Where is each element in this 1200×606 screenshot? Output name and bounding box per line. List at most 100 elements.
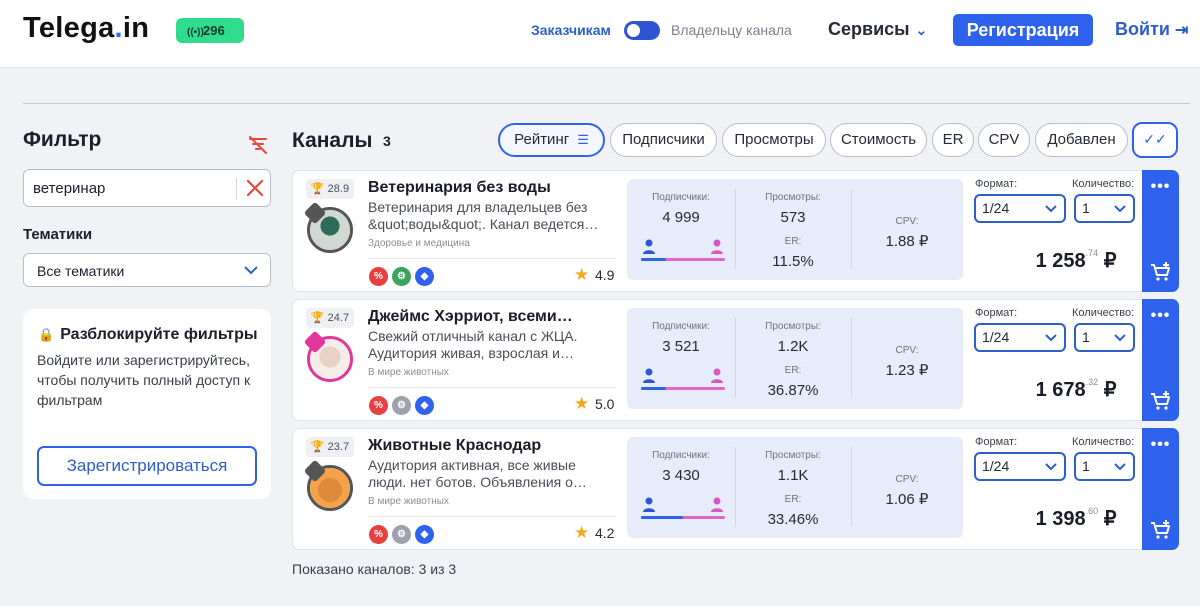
cpv-value: 1.06 ₽: [885, 491, 929, 508]
divider: [23, 103, 1190, 104]
check-all-icon[interactable]: ✓✓: [1132, 122, 1178, 158]
quantity-value: 1: [1082, 329, 1090, 345]
views-value: 1.1K: [777, 467, 809, 484]
login-link[interactable]: Войти ⇥: [1115, 19, 1188, 40]
format-label: Формат:: [975, 307, 1018, 319]
filter-title: Фильтр: [23, 128, 102, 151]
services-label: Сервисы: [828, 19, 910, 39]
channel-name[interactable]: Джеймс Хэрриот, всеми…: [368, 308, 608, 326]
rank-badge: 🏆 24.7: [306, 308, 354, 328]
quantity-select[interactable]: 1: [1074, 194, 1135, 223]
customers-toggle-label[interactable]: Заказчикам: [531, 22, 611, 38]
unlock-description: Войдите или зарегистрируйтесь, чтобы пол…: [37, 352, 251, 408]
format-value: 1/24: [982, 329, 1010, 345]
channel-card[interactable]: 🏆 24.7 Джеймс Хэрриот, всеми… Свежий отл…: [292, 299, 1179, 421]
logo[interactable]: Telega.in: [23, 12, 149, 45]
more-options-icon[interactable]: •••: [1142, 436, 1179, 454]
add-to-cart-icon[interactable]: [1150, 262, 1172, 282]
sort-subscribers-button[interactable]: Подписчики: [610, 123, 717, 157]
search-input[interactable]: ветеринар: [23, 169, 271, 207]
signup-button[interactable]: Зарегистрироваться: [37, 446, 257, 486]
sort-cost-button[interactable]: Стоимость: [830, 123, 927, 157]
channels-title: Каналы: [292, 129, 373, 152]
er-label: ER:: [784, 365, 802, 376]
more-options-icon[interactable]: •••: [1142, 178, 1179, 196]
stats-divider: [851, 189, 852, 269]
male-share-fill: [641, 387, 667, 390]
gender-ratio-bar: [641, 516, 725, 519]
stats-panel: Подписчики: 4 999 Просмотры: 573 ER: 11.…: [627, 179, 963, 280]
discount-icon[interactable]: %: [369, 267, 388, 286]
format-label: Формат:: [975, 178, 1018, 190]
broadcast-icon: ((•)): [187, 27, 204, 38]
handshake-icon[interactable]: ⚙: [392, 267, 411, 286]
cpv-value: 1.88 ₽: [885, 233, 929, 250]
handshake-icon[interactable]: ⚙: [392, 396, 411, 415]
format-label: Формат:: [975, 436, 1018, 448]
format-value: 1/24: [982, 200, 1010, 216]
quantity-select[interactable]: 1: [1074, 452, 1135, 481]
cpv-value: 1.23 ₽: [885, 362, 929, 379]
cpv-label: CPV:: [895, 216, 919, 227]
quantity-select[interactable]: 1: [1074, 323, 1135, 352]
chevron-down-icon: [1045, 205, 1057, 213]
views-label: Просмотры:: [765, 192, 821, 203]
shield-icon[interactable]: ◆: [415, 396, 434, 415]
channel-topic: Здоровье и медицина: [368, 238, 470, 249]
clear-filter-icon[interactable]: [247, 134, 269, 156]
sort-cpv-button[interactable]: CPV: [978, 123, 1030, 157]
channel-card[interactable]: 🏆 28.9 Ветеринария без воды Ветеринария …: [292, 170, 1179, 292]
add-to-cart-icon[interactable]: [1150, 391, 1172, 411]
discount-icon[interactable]: %: [369, 525, 388, 544]
format-select[interactable]: 1/24: [974, 194, 1066, 223]
chevron-down-icon: [1114, 463, 1126, 471]
close-icon[interactable]: [244, 177, 266, 199]
services-menu[interactable]: Сервисы ⌄: [828, 19, 927, 40]
channel-name[interactable]: Ветеринария без воды: [368, 179, 608, 197]
handshake-icon[interactable]: ⚙: [392, 525, 411, 544]
topics-label: Тематики: [23, 226, 93, 243]
shield-icon[interactable]: ◆: [415, 525, 434, 544]
topics-select[interactable]: Все тематики: [23, 253, 271, 287]
cpv-label: CPV:: [895, 474, 919, 485]
channel-name[interactable]: Животные Краснодар: [368, 437, 608, 455]
add-to-cart-icon[interactable]: [1150, 520, 1172, 540]
gender-ratio-bar: [641, 258, 725, 261]
price: 1 398.60 ₽: [1011, 506, 1141, 531]
format-select[interactable]: 1/24: [974, 323, 1066, 352]
discount-icon[interactable]: %: [369, 396, 388, 415]
male-share-fill: [641, 258, 667, 261]
sort-added-button[interactable]: Добавлен: [1035, 123, 1128, 157]
sort-rating-button[interactable]: Рейтинг ☰: [498, 123, 605, 157]
topics-value: Все тематики: [37, 263, 125, 279]
shown-channels-count: Показано каналов: 3 из 3: [292, 561, 457, 577]
subscribers-value: 3 521: [662, 338, 700, 355]
channel-card[interactable]: 🏆 23.7 Животные Краснодар Аудитория акти…: [292, 428, 1179, 550]
quantity-value: 1: [1082, 200, 1090, 216]
owners-toggle-label[interactable]: Владельцу канала: [671, 22, 792, 38]
sort-er-button[interactable]: ER: [932, 123, 974, 157]
card-actions-strip: •••: [1142, 299, 1179, 421]
er-label: ER:: [784, 236, 802, 247]
shield-icon[interactable]: ◆: [415, 267, 434, 286]
sort-views-button[interactable]: Просмотры: [722, 123, 826, 157]
unlock-title-text: Разблокируйте фильтры: [60, 326, 258, 343]
rating-value: 4.2: [595, 525, 615, 541]
format-value: 1/24: [982, 458, 1010, 474]
trophy-icon: 🏆: [310, 183, 325, 195]
channel-topic: В мире животных: [368, 496, 449, 507]
price-currency: ₽: [1103, 250, 1117, 272]
chevron-down-icon: [1045, 463, 1057, 471]
subscribers-label: Подписчики:: [652, 192, 710, 203]
quantity-label: Количество:: [1072, 436, 1135, 448]
register-button[interactable]: Регистрация: [953, 14, 1093, 46]
role-toggle-switch[interactable]: [624, 21, 660, 40]
search-value: ветеринар: [33, 180, 106, 197]
views-value: 573: [780, 209, 806, 226]
chevron-down-icon: [1114, 334, 1126, 342]
er-value: 33.46%: [767, 511, 819, 528]
more-options-icon[interactable]: •••: [1142, 307, 1179, 325]
search-divider: [236, 178, 237, 200]
format-select[interactable]: 1/24: [974, 452, 1066, 481]
quantity-label: Количество:: [1072, 307, 1135, 319]
